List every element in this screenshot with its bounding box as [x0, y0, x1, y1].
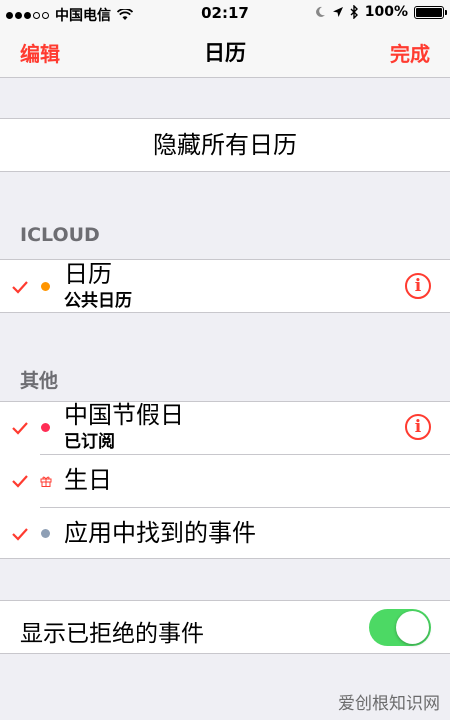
calendar-name: 中国节假日: [64, 401, 184, 429]
status-bar: 中国电信 02:17 100%: [0, 0, 450, 26]
checkmark-icon: [12, 422, 28, 435]
status-right: 100%: [315, 4, 447, 20]
show-declined-row: 显示已拒绝的事件: [0, 600, 450, 654]
calendar-row-found-in-apps[interactable]: 应用中找到的事件: [0, 508, 450, 560]
location-arrow-icon: [332, 7, 343, 17]
toggle-knob: [396, 611, 429, 644]
calendar-subtitle: 已订阅: [64, 432, 115, 452]
gift-icon: [40, 476, 52, 487]
hide-all-calendars-button[interactable]: 隐藏所有日历: [0, 118, 450, 172]
calendar-color-dot: [41, 529, 50, 538]
calendar-subtitle: 公共日历: [64, 291, 132, 311]
calendar-name: 应用中找到的事件: [64, 519, 256, 547]
nav-bar: 编辑 日历 完成: [0, 26, 450, 78]
icloud-calendar-group: 日历 公共日历 i: [0, 259, 450, 313]
show-declined-label: 显示已拒绝的事件: [20, 621, 204, 647]
calendar-color-dot: [41, 282, 50, 291]
show-declined-toggle[interactable]: [369, 609, 431, 646]
battery-percent: 100%: [364, 4, 408, 20]
info-icon[interactable]: i: [405, 273, 431, 299]
checkmark-icon: [12, 475, 28, 488]
calendar-name: 生日: [64, 466, 112, 494]
checkmark-icon: [12, 528, 28, 541]
battery-icon: [414, 5, 447, 19]
page-title: 日历: [204, 41, 246, 65]
done-button[interactable]: 完成: [390, 38, 430, 67]
watermark: 爱创根知识网: [338, 694, 440, 714]
calendar-row-holidays[interactable]: 中国节假日 已订阅 i: [0, 402, 450, 454]
calendar-color-dot: [41, 423, 50, 432]
bluetooth-icon: [350, 5, 358, 19]
calendar-row-birthdays[interactable]: 生日: [0, 455, 450, 507]
info-icon[interactable]: i: [405, 414, 431, 440]
moon-icon: [315, 6, 325, 17]
section-header-icloud: ICLOUD: [20, 224, 100, 246]
section-header-other: 其他: [20, 370, 59, 392]
checkmark-icon: [12, 281, 28, 294]
calendar-name: 日历: [64, 260, 112, 288]
other-calendar-group: 中国节假日 已订阅 i 生日 应用中找到的事件: [0, 401, 450, 559]
calendar-row-calendar[interactable]: 日历 公共日历 i: [0, 260, 450, 312]
